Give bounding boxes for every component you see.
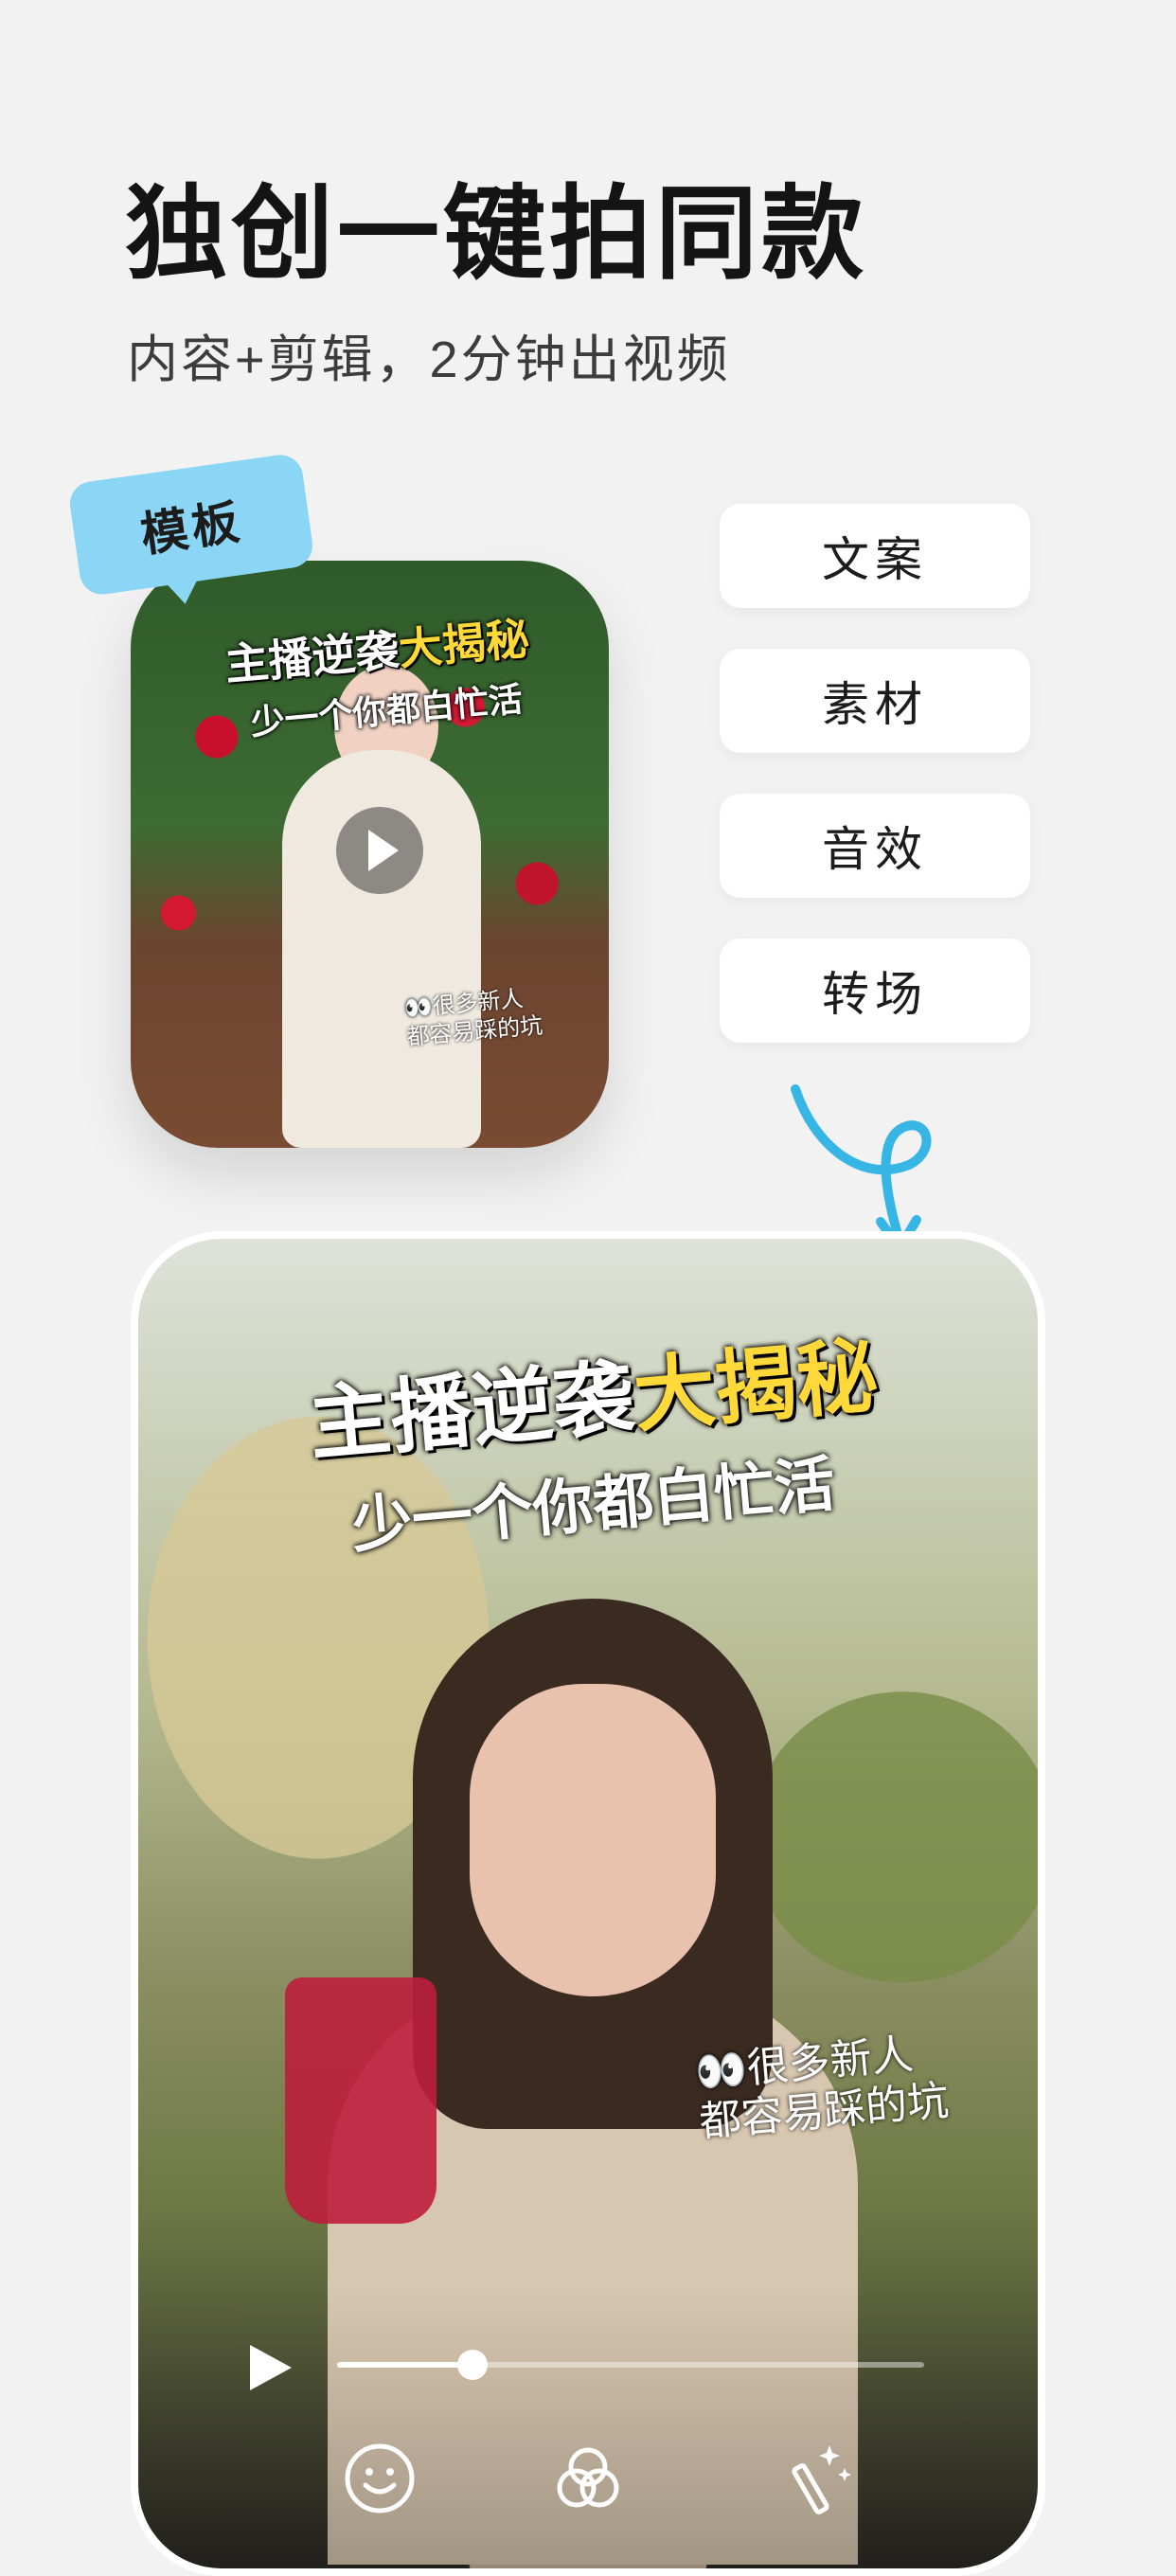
magic-wand-icon[interactable] (773, 2436, 858, 2521)
play-icon[interactable] (250, 2345, 292, 2390)
emoji-icon[interactable] (337, 2436, 422, 2521)
filter-icon[interactable] (545, 2436, 631, 2521)
option-copywriting[interactable]: 文案 (720, 504, 1030, 608)
progress-knob[interactable] (456, 2350, 488, 2380)
headline: 独创一键拍同款 (125, 176, 868, 291)
option-materials[interactable]: 素材 (720, 649, 1030, 753)
subtitle: 内容+剪辑，2分钟出视频 (127, 331, 731, 388)
option-transitions[interactable]: 转场 (720, 939, 1030, 1043)
progress-bar[interactable] (337, 2350, 924, 2380)
drink-cup (285, 1977, 437, 2224)
option-sound-effects[interactable]: 音效 (720, 794, 1030, 898)
person-face (470, 1684, 716, 1996)
option-list: 文案 素材 音效 转场 (720, 504, 1030, 1083)
progress-fill (337, 2362, 472, 2368)
template-play-icon[interactable] (336, 807, 423, 894)
video-preview-frame: 主播逆袭大揭秘 少一个你都白忙活 👀很多新人 都容易踩的坑 (131, 1231, 1045, 2576)
video-preview[interactable]: 主播逆袭大揭秘 少一个你都白忙活 👀很多新人 都容易踩的坑 (138, 1239, 1038, 2568)
player-controls (138, 2284, 1038, 2568)
